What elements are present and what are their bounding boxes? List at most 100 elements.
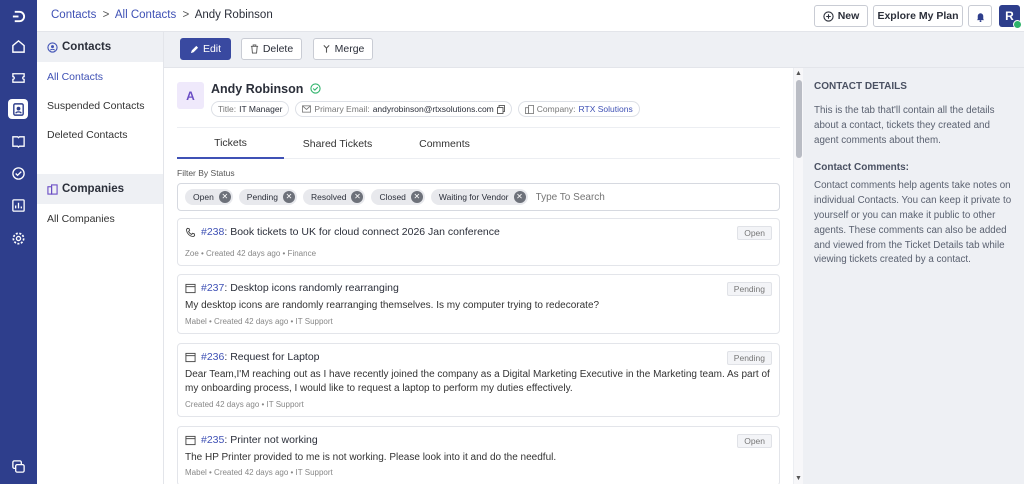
sidebar-item-all-contacts[interactable]: All Contacts [37,62,163,91]
edit-button-label: Edit [202,43,222,55]
tasks-icon[interactable] [8,163,28,183]
notifications-button[interactable] [968,5,992,27]
home-icon[interactable] [8,36,28,56]
new-button-label: New [837,10,860,22]
breadcrumb-current: Andy Robinson [194,9,273,21]
sidebar-section-contacts: Contacts [37,32,163,62]
remove-chip-icon[interactable]: ✕ [513,191,526,203]
reports-icon[interactable] [8,195,28,215]
breadcrumb-contacts[interactable]: Contacts [51,9,96,21]
scroll-up-icon[interactable]: ▲ [795,70,802,77]
ticket-title[interactable]: : Request for Laptop [224,351,319,363]
ticket-title[interactable]: : Printer not working [224,434,317,446]
filter-chip-closed: Closed ✕ [371,189,425,205]
ticket-heading: #237: Desktop icons randomly rearranging [185,282,399,294]
copy-icon[interactable] [496,104,505,114]
status-badge: Pending [726,351,772,365]
app-logo-icon[interactable] [8,6,28,26]
sidebar-item-deleted-contacts[interactable]: Deleted Contacts [37,120,163,149]
breadcrumb-separator: > [102,9,110,21]
contact-chips: Title: IT Manager Primary Email: andyrob… [211,101,640,117]
filter-chip-label: Resolved [311,192,347,202]
user-avatar[interactable]: R [999,5,1022,29]
filter-chip-waiting-for-vendor: Waiting for Vendor ✕ [430,189,528,205]
email-chip-value: andyrobinson@rtxsolutions.com [372,104,494,114]
breadcrumb-all-contacts[interactable]: All Contacts [115,9,176,21]
title-chip: Title: IT Manager [211,101,290,117]
filter-chip-label: Closed [379,192,406,202]
edit-button[interactable]: Edit [180,38,231,60]
ticket-meta: Mabel • Created 42 days ago • IT Support [185,468,333,477]
sidebar-item-all-companies[interactable]: All Companies [37,204,163,233]
filter-chip-resolved: Resolved ✕ [303,189,366,205]
scroll-down-icon[interactable]: ▼ [795,475,802,482]
knowledge-base-icon[interactable] [8,131,28,151]
contact-avatar: A [177,82,204,109]
ticket-number[interactable]: #235 [201,434,224,446]
email-chip: Primary Email: andyrobinson@rtxsolutions… [295,101,512,117]
tab-shared-tickets[interactable]: Shared Tickets [284,128,391,159]
sidebar-item-suspended-contacts[interactable]: Suspended Contacts [37,91,163,120]
ticket-description: My desktop icons are randomly rearrangin… [185,300,600,311]
remove-chip-icon[interactable]: ✕ [410,191,423,203]
ticket-number[interactable]: #238 [201,226,224,238]
ticket-number[interactable]: #236 [201,351,224,363]
building-icon [524,104,534,114]
delete-button[interactable]: Delete [241,38,302,60]
verified-check-icon [310,83,321,94]
status-badge: Pending [726,282,772,296]
scrollbar-thumb[interactable] [796,80,802,158]
contact-comments-title: Contact Comments: [814,162,910,174]
sidebar-section-companies: Companies [37,174,163,204]
delete-button-label: Delete [262,43,294,55]
company-chip-value[interactable]: RTX Solutions [579,104,633,114]
ticket-card[interactable]: #237: Desktop icons randomly rearranging… [177,274,780,334]
remove-chip-icon[interactable]: ✕ [283,191,295,203]
filter-search-input[interactable] [535,191,656,203]
ticket-heading: #238: Book tickets to UK for cloud conne… [185,226,500,238]
merge-button[interactable]: Merge [313,38,373,60]
settings-gear-icon[interactable] [8,228,28,248]
contact-tabs: Tickets Shared Tickets Comments [177,127,780,159]
contact-name: Andy Robinson [211,82,321,96]
details-panel-title: CONTACT DETAILS [814,81,907,92]
tab-comments[interactable]: Comments [391,128,498,159]
new-button[interactable]: New [814,5,868,27]
merge-button-label: Merge [334,43,365,55]
breadcrumb-separator: > [182,9,190,21]
ticket-title[interactable]: : Desktop icons randomly rearranging [224,282,399,294]
browser-icon [185,435,196,445]
remove-chip-icon[interactable]: ✕ [351,191,364,203]
action-bar: Edit Delete Merge [164,32,1024,68]
company-chip-label: Company: [536,104,576,114]
title-chip-value: IT Manager [239,104,283,114]
online-status-icon [1013,20,1022,29]
contacts-icon[interactable] [8,99,28,119]
ticket-card[interactable]: #235: Printer not working Open The HP Pr… [177,426,780,484]
ticket-number[interactable]: #237 [201,282,224,294]
contact-main: A Andy Robinson Title: IT Manager Primar… [164,68,793,484]
browser-icon [185,352,196,362]
pencil-icon [190,45,199,53]
trash-icon [250,44,258,54]
sidebar-contacts-title: Contacts [62,41,112,53]
tab-tickets[interactable]: Tickets [177,128,284,159]
chat-icon[interactable] [8,456,28,476]
status-badge: Open [737,226,772,240]
remove-chip-icon[interactable]: ✕ [218,191,231,203]
explore-plan-button[interactable]: Explore My Plan [873,5,963,27]
building-icon [47,183,58,195]
ticket-card[interactable]: #238: Book tickets to UK for cloud conne… [177,218,780,266]
contacts-sidebar: Contacts All Contacts Suspended Contacts… [37,32,164,484]
tickets-icon[interactable] [8,67,28,87]
main-scrollbar[interactable]: ▲ ▼ [793,68,803,484]
status-badge: Open [737,434,772,448]
mail-icon [302,105,312,113]
ticket-title[interactable]: : Book tickets to UK for cloud connect 2… [224,226,500,238]
app-nav-rail [0,0,37,484]
ticket-card[interactable]: #236: Request for Laptop Pending Dear Te… [177,343,780,417]
merge-icon [323,45,330,53]
breadcrumb: Contacts > All Contacts > Andy Robinson [51,9,273,21]
status-filter[interactable]: Open ✕ Pending ✕ Resolved ✕ Closed ✕ Waiting… [177,183,780,211]
filter-chip-label: Pending [246,192,278,202]
